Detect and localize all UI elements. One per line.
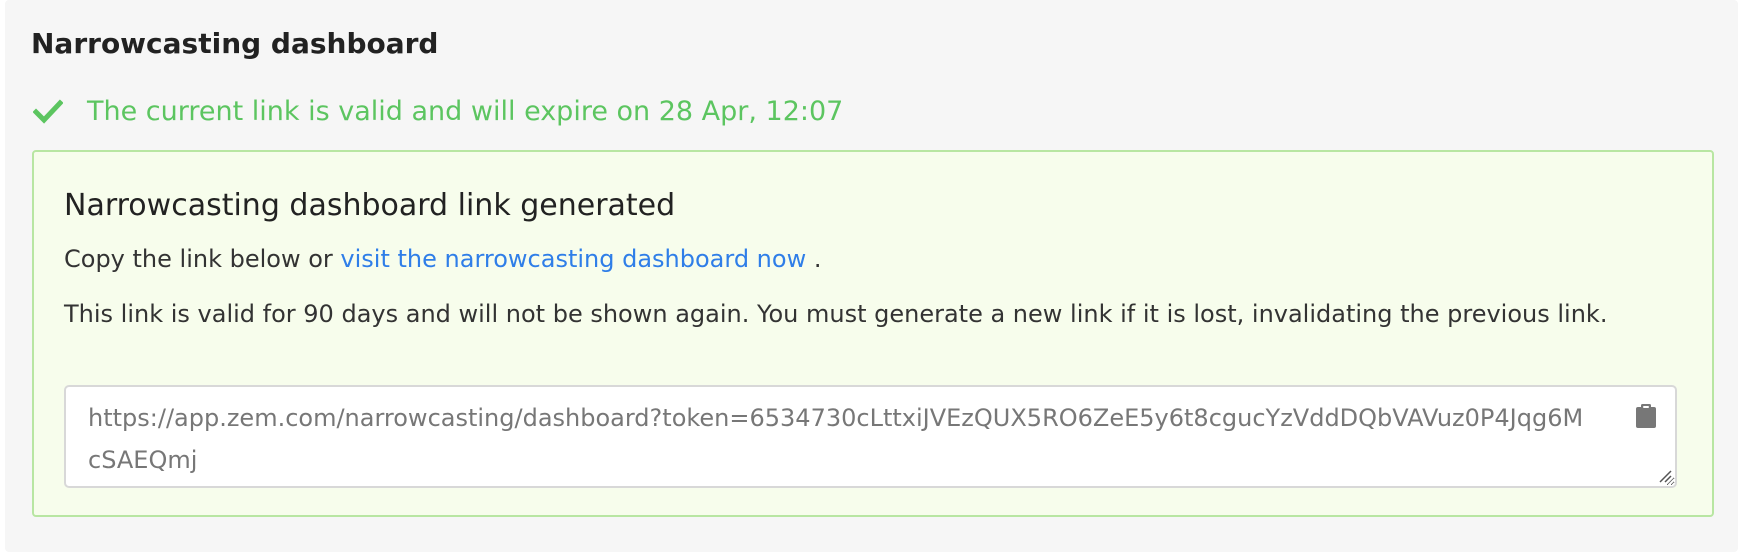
panel-title: Narrowcasting dashboard bbox=[31, 27, 439, 60]
check-icon bbox=[33, 99, 63, 124]
copy-or: or bbox=[308, 245, 333, 273]
validity-notice: This link is valid for 90 days and will … bbox=[64, 300, 1608, 328]
dashboard-link-text[interactable]: https://app.zem.com/narrowcasting/dashbo… bbox=[88, 404, 1583, 474]
copy-suffix: . bbox=[813, 245, 822, 273]
resize-handle[interactable] bbox=[1658, 469, 1672, 483]
copy-instructions: Copy the link below or visit the narrowc… bbox=[64, 242, 822, 276]
status-text: The current link is valid and will expir… bbox=[87, 96, 844, 127]
narrowcasting-panel: Narrowcasting dashboard The current link… bbox=[5, 0, 1738, 552]
copy-prefix: Copy the link below bbox=[64, 245, 301, 273]
link-status: The current link is valid and will expir… bbox=[33, 94, 843, 130]
clipboard-icon[interactable] bbox=[1635, 403, 1657, 429]
dashboard-link-field[interactable]: https://app.zem.com/narrowcasting/dashbo… bbox=[64, 385, 1677, 488]
alert-heading: Narrowcasting dashboard link generated bbox=[64, 188, 676, 223]
link-generated-alert: Narrowcasting dashboard link generated C… bbox=[32, 150, 1714, 517]
visit-dashboard-link[interactable]: visit the narrowcasting dashboard now bbox=[340, 245, 806, 273]
